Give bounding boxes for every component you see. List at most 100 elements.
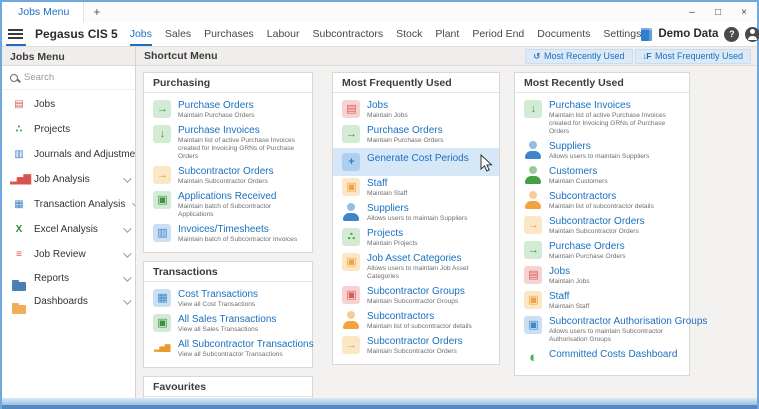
- shortcut-item[interactable]: ↓ Purchase Invoices Maintain list of act…: [144, 123, 312, 164]
- search-input[interactable]: Search: [2, 66, 135, 90]
- menu-tab[interactable]: Settings: [603, 22, 641, 46]
- sidebar-item[interactable]: X Excel Analysis: [2, 217, 135, 242]
- menu-tab[interactable]: Documents: [537, 22, 590, 46]
- shortcut-item[interactable]: Suppliers Allows users to maintain Suppl…: [515, 139, 689, 164]
- hamburger-icon[interactable]: [8, 26, 23, 42]
- user-account-icon[interactable]: [745, 27, 759, 42]
- shortcut-item[interactable]: ▣ Subcontractor Authorisation Groups All…: [515, 314, 689, 347]
- shortcut-item[interactable]: ▣ Job Asset Categories Allows users to m…: [333, 251, 499, 284]
- column-right: Most Recently Used ↓ Purchase Invoices M…: [514, 72, 690, 384]
- window-bottom-edge: [2, 398, 757, 409]
- sidebar-item[interactable]: ▥ Journals and Adjustments: [2, 142, 135, 167]
- shortcut-item[interactable]: ▣ Applications Received Maintain batch o…: [144, 189, 312, 222]
- sidebar-item[interactable]: ▦ Transaction Analysis: [2, 192, 135, 217]
- sidebar-item[interactable]: ▤ Jobs: [2, 92, 135, 117]
- shortcut-item[interactable]: ▤ Jobs Maintain Jobs: [333, 98, 499, 123]
- menu-tab[interactable]: Labour: [267, 22, 300, 46]
- search-icon: [10, 74, 18, 82]
- jobs-icon: ▤: [10, 98, 27, 111]
- column-left: Purchasing → Purchase Orders Maintain Pu…: [143, 72, 313, 398]
- shortcut-item[interactable]: Suppliers Allows users to maintain Suppl…: [333, 201, 499, 226]
- purchase-invoices-icon: ↓: [524, 100, 542, 118]
- column-middle: Most Frequently Used ▤ Jobs Maintain Job…: [332, 72, 500, 373]
- help-icon[interactable]: ?: [724, 27, 739, 42]
- new-tab-button[interactable]: +: [84, 2, 109, 22]
- panel-most-recently-used: Most Recently Used ↓ Purchase Invoices M…: [514, 72, 690, 376]
- shortcut-item[interactable]: ◐ Committed Costs Dashboard: [515, 347, 689, 370]
- shortcut-item[interactable]: → Subcontractor Orders Maintain Subcontr…: [333, 334, 499, 359]
- sidebar-item[interactable]: Reports: [2, 267, 135, 290]
- shortcut-item[interactable]: → Purchase Orders Maintain Purchase Orde…: [333, 123, 499, 148]
- sidebar-item[interactable]: ≡ Job Review: [2, 242, 135, 267]
- chevron-down-icon[interactable]: [123, 224, 131, 232]
- purchase-orders-icon: →: [524, 241, 542, 259]
- window-controls: – □ ×: [679, 2, 757, 22]
- shortcut-item[interactable]: Subcontractors Maintain list of subcontr…: [333, 309, 499, 334]
- shortcut-item[interactable]: + Generate Cost Periods: [333, 148, 499, 176]
- chevron-down-icon[interactable]: [133, 199, 135, 207]
- sidebar-items: ▤ Jobs ∴ Projects ▥ Journals and Adjustm…: [2, 90, 135, 398]
- sidebar-item[interactable]: Dashboards: [2, 290, 135, 313]
- generate-cost-periods-icon: +: [342, 153, 360, 171]
- chevron-down-icon[interactable]: [123, 174, 131, 182]
- shortcut-item[interactable]: ▣ Staff Maintain Staff: [515, 289, 689, 314]
- panel-title: Purchasing: [144, 73, 312, 93]
- shortcut-item[interactable]: Subcontractors Maintain list of subcontr…: [515, 189, 689, 214]
- menu-tab[interactable]: Jobs: [130, 22, 152, 46]
- journals-adjustments-icon: ▥: [10, 148, 27, 161]
- sidebar-item[interactable]: ∴ Projects: [2, 117, 135, 142]
- purchase-orders-icon: →: [153, 100, 171, 118]
- applications-received-icon: ▣: [153, 191, 171, 209]
- job-analysis-icon: ▂▅▇: [10, 173, 27, 186]
- transaction-analysis-icon: ▦: [10, 198, 27, 211]
- shortcut-item[interactable]: → Purchase Orders Maintain Purchase Orde…: [144, 98, 312, 123]
- menu-tab[interactable]: Plant: [435, 22, 459, 46]
- shortcut-item[interactable]: ▣ All Sales Transactions View all Sales …: [144, 312, 312, 337]
- panel-most-frequently-used: Most Frequently Used ▤ Jobs Maintain Job…: [332, 72, 500, 365]
- brand-title: Pegasus CIS 5: [35, 27, 118, 41]
- subcontractor-authorisation-groups-icon: ▣: [524, 316, 542, 334]
- purchase-invoices-icon: ↓: [153, 125, 171, 143]
- subcontractor-orders-icon: →: [153, 166, 171, 184]
- panel-favourites: Favourites Customers Maintain Customers: [143, 376, 313, 398]
- cost-transactions-icon: ▦: [153, 289, 171, 307]
- panel-purchasing: Purchasing → Purchase Orders Maintain Pu…: [143, 72, 313, 253]
- company-name[interactable]: Demo Data: [658, 28, 718, 40]
- menu-tab[interactable]: Period End: [472, 22, 524, 46]
- shortcut-item[interactable]: → Subcontractor Orders Maintain Subcontr…: [515, 214, 689, 239]
- view-toolbar: ↺ Most Recently Used ↓F Most Frequently …: [525, 49, 751, 64]
- shortcut-item[interactable]: ▂▅▇ All Subcontractor Transactions View …: [144, 337, 312, 362]
- window-tab-label: Jobs Menu: [18, 6, 69, 18]
- close-button[interactable]: ×: [731, 2, 757, 22]
- menu-tab[interactable]: Purchases: [204, 22, 254, 46]
- sidebar-item[interactable]: ▂▅▇ Job Analysis: [2, 167, 135, 192]
- shortcut-item[interactable]: → Subcontractor Orders Maintain Subcontr…: [144, 164, 312, 189]
- chevron-down-icon[interactable]: [123, 273, 131, 281]
- minimize-button[interactable]: –: [679, 2, 705, 22]
- excel-analysis-icon: X: [10, 223, 27, 236]
- committed-costs-dashboard-icon: ◐: [524, 349, 542, 367]
- shortcut-item[interactable]: Customers Maintain Customers: [515, 164, 689, 189]
- projects-icon: ∴: [342, 228, 360, 246]
- toolbar-button[interactable]: ↓F Most Frequently Used: [635, 49, 752, 64]
- shortcut-item[interactable]: ∴ Projects Maintain Projects: [333, 226, 499, 251]
- subcontractor-groups-icon: ▣: [342, 286, 360, 304]
- menu-tab[interactable]: Stock: [396, 22, 422, 46]
- window-tab-jobs-menu[interactable]: Jobs Menu: [2, 2, 84, 22]
- menu-tab[interactable]: Sales: [165, 22, 191, 46]
- chevron-down-icon[interactable]: [123, 296, 131, 304]
- shortcut-item[interactable]: ↓ Purchase Invoices Maintain list of act…: [515, 98, 689, 139]
- shortcut-item[interactable]: ▤ Jobs Maintain Jobs: [515, 264, 689, 289]
- purchase-orders-icon: →: [342, 125, 360, 143]
- shortcut-item[interactable]: ▣ Staff Maintain Staff: [333, 176, 499, 201]
- chevron-down-icon[interactable]: [123, 249, 131, 257]
- shortcut-item[interactable]: ▦ Cost Transactions View all Cost Transa…: [144, 287, 312, 312]
- maximize-button[interactable]: □: [705, 2, 731, 22]
- panel-title: Most Recently Used: [515, 73, 689, 93]
- menu-tab[interactable]: Subcontractors: [312, 22, 383, 46]
- main-header: Shortcut Menu ↺ Most Recently Used ↓F Mo…: [136, 47, 757, 66]
- toolbar-button[interactable]: ↺ Most Recently Used: [525, 49, 632, 64]
- shortcut-item[interactable]: ▣ Subcontractor Groups Maintain Subcontr…: [333, 284, 499, 309]
- shortcut-item[interactable]: → Purchase Orders Maintain Purchase Orde…: [515, 239, 689, 264]
- shortcut-item[interactable]: ▥ Invoices/Timesheets Maintain batch of …: [144, 222, 312, 247]
